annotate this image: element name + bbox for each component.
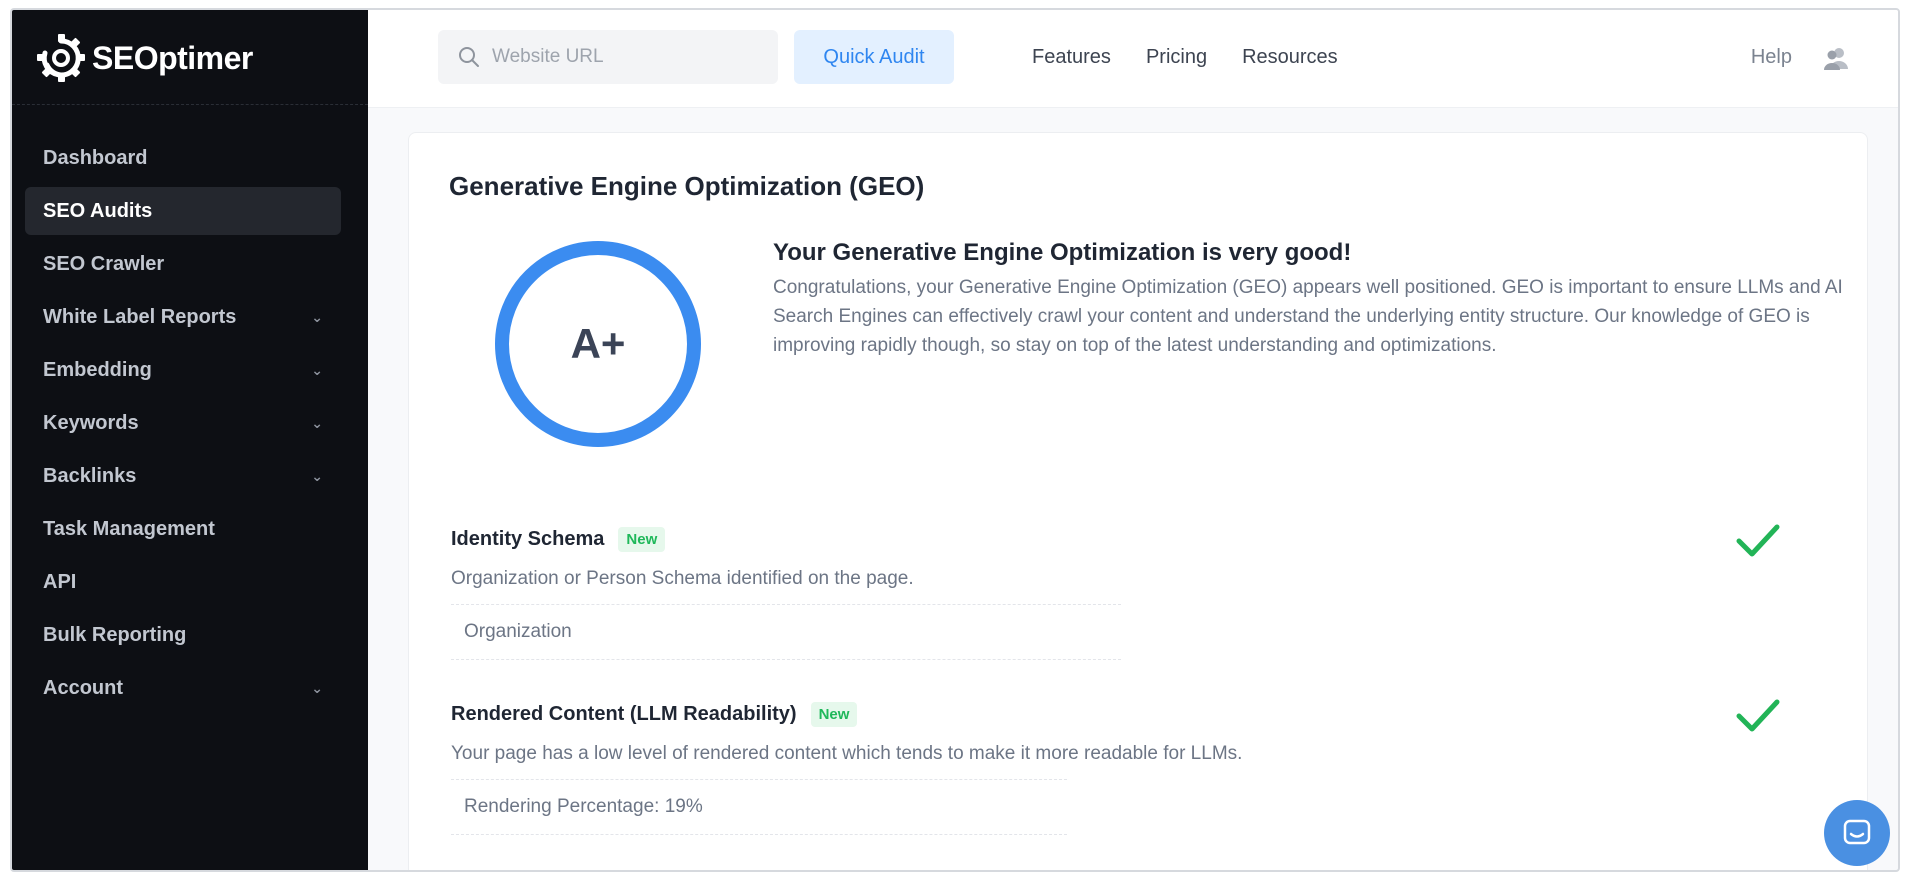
- nav-link-features[interactable]: Features: [1032, 46, 1111, 69]
- new-badge: New: [810, 702, 858, 727]
- chevron-down-icon: ⌄: [311, 361, 323, 378]
- sidebar-item-keywords[interactable]: Keywords ⌄: [25, 399, 341, 447]
- check-rendered-content: Rendered Content (LLM Readability) New Y…: [451, 699, 1831, 835]
- section-title: Generative Engine Optimization (GEO): [449, 171, 925, 201]
- sidebar-item-label: Dashboard: [43, 146, 148, 169]
- chevron-down-icon: ⌄: [311, 308, 323, 325]
- geo-card: Generative Engine Optimization (GEO) A+ …: [408, 132, 1868, 870]
- search-box[interactable]: [438, 30, 778, 84]
- brand-logo[interactable]: SEOptimer: [36, 30, 253, 86]
- grade-ring: A+: [495, 241, 701, 447]
- sidebar-item-account[interactable]: Account ⌄: [25, 664, 341, 712]
- check-detail: Organization: [451, 604, 1121, 660]
- sidebar-item-label: Account: [43, 676, 123, 699]
- check-description: Organization or Person Schema identified…: [451, 568, 914, 589]
- sidebar-item-label: White Label Reports: [43, 305, 237, 328]
- website-url-input[interactable]: [492, 46, 762, 68]
- chat-icon: [1843, 819, 1871, 845]
- chevron-down-icon: ⌄: [311, 414, 323, 431]
- help-link[interactable]: Help: [1751, 30, 1792, 84]
- check-identity-schema: Identity Schema New Organization or Pers…: [451, 524, 1831, 660]
- sidebar-item-seo-crawler[interactable]: SEO Crawler: [25, 240, 341, 288]
- checkmark-icon: [1736, 699, 1780, 732]
- brand-name: SEOptimer: [92, 39, 253, 76]
- app-window: SEOptimer Dashboard SEO Audits SEO Crawl…: [10, 8, 1900, 872]
- sidebar-item-label: SEO Crawler: [43, 252, 165, 275]
- new-badge: New: [618, 527, 666, 552]
- sidebar-divider: [12, 104, 368, 105]
- sidebar-item-api[interactable]: API: [25, 558, 341, 606]
- nav-link-resources[interactable]: Resources: [1242, 46, 1338, 69]
- sidebar-item-embedding[interactable]: Embedding ⌄: [25, 346, 341, 394]
- nav-link-pricing[interactable]: Pricing: [1146, 46, 1207, 69]
- chevron-down-icon: ⌄: [311, 467, 323, 484]
- sidebar-item-label: Task Management: [43, 517, 215, 540]
- check-title: Identity Schema: [451, 528, 605, 550]
- sidebar-item-label: SEO Audits: [43, 199, 153, 222]
- gear-logo-icon: [37, 34, 85, 82]
- sidebar-item-label: Embedding: [43, 358, 152, 381]
- sidebar-item-label: Backlinks: [43, 464, 137, 487]
- chat-button[interactable]: [1824, 800, 1890, 866]
- check-description: Your page has a low level of rendered co…: [451, 743, 1243, 764]
- sidebar-item-label: Bulk Reporting: [43, 623, 187, 646]
- grade-value: A+: [570, 320, 626, 367]
- search-icon: [459, 47, 479, 67]
- sidebar-item-label: Keywords: [43, 411, 139, 434]
- sidebar-item-task-management[interactable]: Task Management: [25, 505, 341, 553]
- check-title: Rendered Content (LLM Readability): [451, 703, 797, 725]
- summary-text: Congratulations, your Generative Engine …: [773, 277, 1843, 356]
- sidebar-item-backlinks[interactable]: Backlinks ⌄: [25, 452, 341, 500]
- sidebar-item-bulk-reporting[interactable]: Bulk Reporting: [25, 611, 341, 659]
- summary-heading: Your Generative Engine Optimization is v…: [773, 239, 1352, 266]
- check-detail: Rendering Percentage: 19%: [451, 779, 1067, 835]
- sidebar-item-dashboard[interactable]: Dashboard: [25, 134, 341, 182]
- sidebar: SEOptimer Dashboard SEO Audits SEO Crawl…: [12, 10, 368, 870]
- sidebar-item-white-label-reports[interactable]: White Label Reports ⌄: [25, 293, 341, 341]
- quick-audit-button[interactable]: Quick Audit: [794, 30, 954, 84]
- chevron-down-icon: ⌄: [311, 679, 323, 696]
- sidebar-nav: Dashboard SEO Audits SEO Crawler White L…: [25, 134, 341, 717]
- checkmark-icon: [1736, 524, 1780, 557]
- top-nav: Features Pricing Resources: [1032, 30, 1338, 84]
- topbar: Quick Audit Features Pricing Resources H…: [368, 10, 1898, 108]
- sidebar-item-seo-audits[interactable]: SEO Audits: [25, 187, 341, 235]
- users-icon[interactable]: [1822, 44, 1850, 72]
- sidebar-item-label: API: [43, 570, 77, 593]
